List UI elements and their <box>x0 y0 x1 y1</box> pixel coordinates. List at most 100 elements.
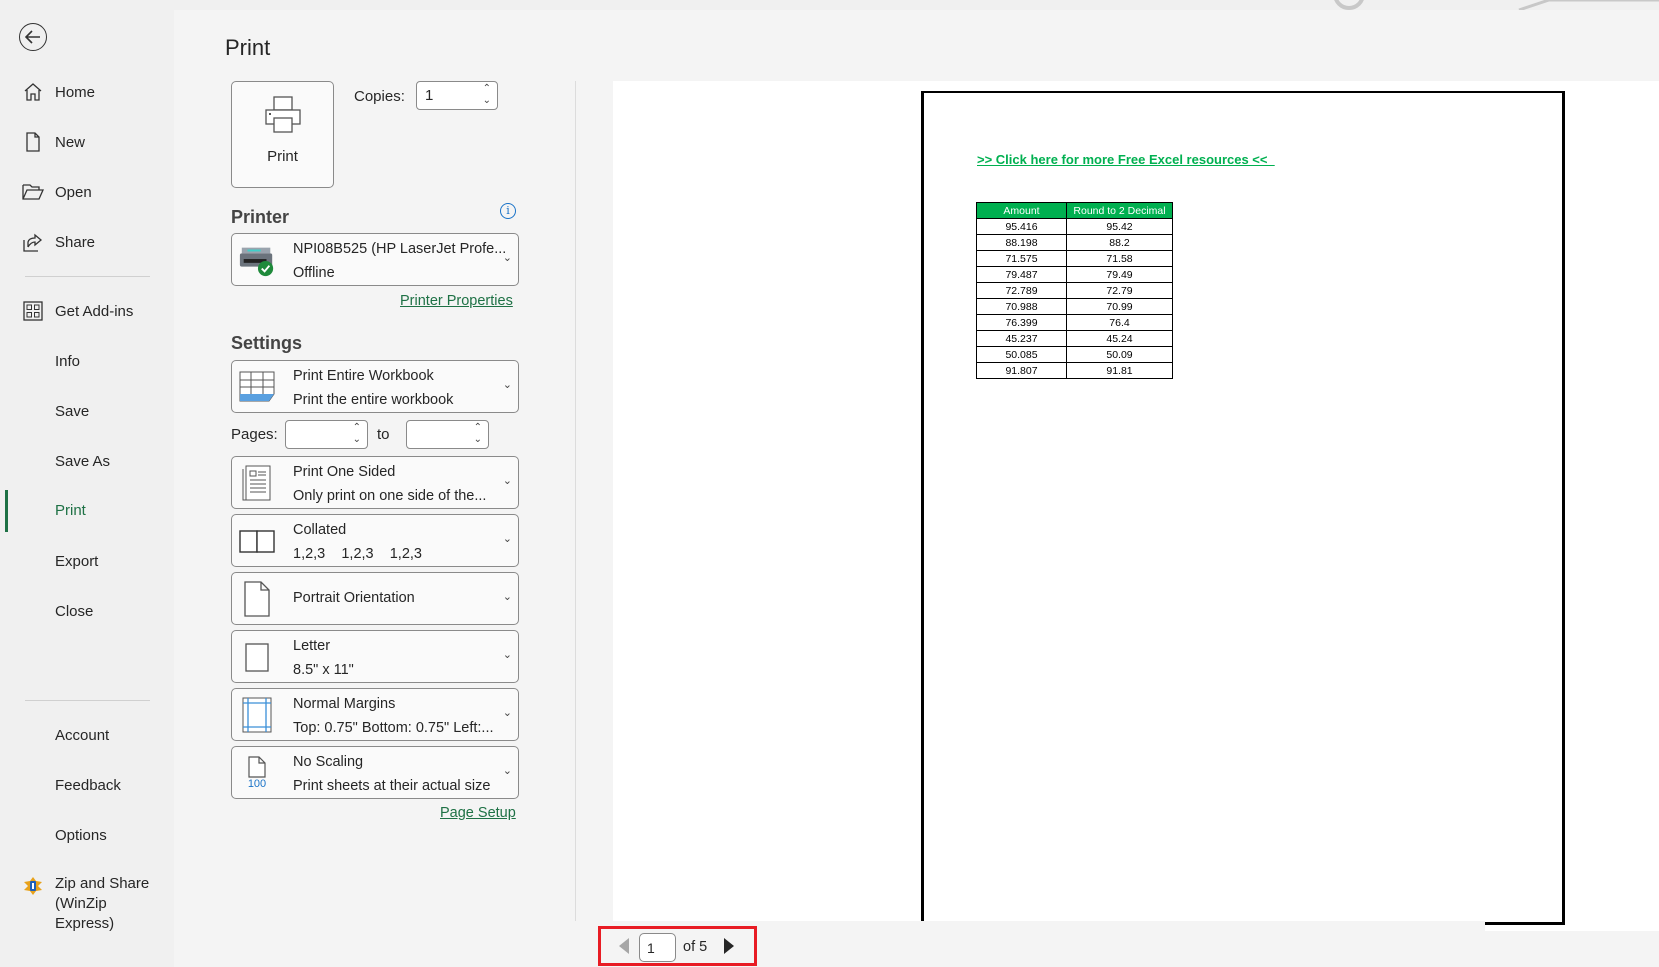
sidebar-item-winzip[interactable]: Zip and Share (WinZip Express) <box>0 874 174 940</box>
table-row: 91.807 91.81 <box>976 362 1173 379</box>
sidebar-item-label: Open <box>55 183 92 201</box>
page-title: Print <box>225 35 271 60</box>
workbook-grid-icon <box>238 369 276 405</box>
collation-dropdown[interactable]: Collated 1,2,3 1,2,3 1,2,3 ⌄ <box>231 514 519 567</box>
sidebar-item-save-as[interactable]: Save As <box>0 441 174 481</box>
sidebar-item-close[interactable]: Close <box>0 591 174 631</box>
chevron-down-icon: ⌄ <box>502 475 512 487</box>
sidebar-item-info[interactable]: Info <box>0 341 174 381</box>
rounded-cell: 76.4 <box>1066 314 1173 331</box>
paper-size-icon <box>238 639 276 675</box>
rounded-cell: 70.99 <box>1066 298 1173 315</box>
winzip-label-line3: Express) <box>55 915 115 932</box>
amount-cell: 79.487 <box>976 266 1067 283</box>
previous-page-icon[interactable] <box>619 938 629 954</box>
printer-dropdown[interactable]: NPI08B525 (HP LaserJet Profe... Offline … <box>231 233 519 286</box>
table-row: 50.085 50.09 <box>976 346 1173 363</box>
print-what-dropdown[interactable]: Print Entire Workbook Print the entire w… <box>231 360 519 413</box>
sidebar-item-feedback[interactable]: Feedback <box>0 765 174 805</box>
excel-resources-link[interactable]: >> Click here for more Free Excel resour… <box>977 152 1275 167</box>
page-count-label: of 5 <box>683 939 708 955</box>
margins-dropdown[interactable]: Normal Margins Top: 0.75" Bottom: 0.75" … <box>231 688 519 741</box>
info-icon[interactable]: i <box>500 203 516 219</box>
margins-icon <box>238 697 276 733</box>
sidebar-item-label: Home <box>55 83 96 101</box>
printer-name: NPI08B525 (HP LaserJet Profe... <box>293 241 507 257</box>
copies-stepper[interactable]: 1 ⌃ ⌄ <box>416 81 498 110</box>
sidebar-item-options[interactable]: Options <box>0 815 174 855</box>
setting-line1: Print One Sided <box>293 464 396 480</box>
winzip-label-line1: Zip and Share <box>55 875 150 892</box>
pages-from-input[interactable]: ⌃ ⌄ <box>285 420 368 449</box>
sidebar-item-new[interactable]: New <box>0 122 174 162</box>
arrow-left-icon <box>25 30 40 44</box>
sidebar-item-label: Feedback <box>55 776 121 794</box>
chevron-down-icon: ⌄ <box>502 533 512 545</box>
table-row: 45.237 45.24 <box>976 330 1173 347</box>
sidebar-item-account[interactable]: Account <box>0 715 174 755</box>
sidebar-item-label: Account <box>55 726 110 744</box>
home-icon <box>22 81 44 103</box>
printer-status: Offline <box>293 265 335 281</box>
settings-heading: Settings <box>231 333 303 353</box>
table-row: 88.198 88.2 <box>976 234 1173 251</box>
table-row: 76.399 76.4 <box>976 314 1173 331</box>
printer-heading: Printer <box>231 207 290 227</box>
rounded-cell: 50.09 <box>1066 346 1173 363</box>
orientation-dropdown[interactable]: Portrait Orientation ⌄ <box>231 572 519 625</box>
sidebar-item-print[interactable]: Print <box>0 490 174 532</box>
backstage-sidebar: Home New Open Share Get Add-ins Info Sav… <box>0 0 174 967</box>
folder-open-icon <box>22 181 44 203</box>
setting-line2: Print the entire workbook <box>293 392 454 408</box>
scaling-dropdown[interactable]: 100 No Scaling Print sheets at their act… <box>231 746 519 799</box>
sidebar-item-get-add-ins[interactable]: Get Add-ins <box>0 291 174 331</box>
preview-table: Amount Round to 2 Decimal 95.416 95.42 88.… <box>976 202 1173 379</box>
page-setup-link[interactable]: Page Setup <box>440 805 516 821</box>
sidebar-divider <box>25 700 150 701</box>
chevron-down-icon: ⌄ <box>502 591 512 603</box>
printer-properties-link[interactable]: Printer Properties <box>400 293 513 309</box>
chevron-down-icon: ⌄ <box>502 649 512 661</box>
sidebar-item-label: Close <box>55 602 94 620</box>
amount-cell: 45.237 <box>976 330 1067 347</box>
sidebar-item-export[interactable]: Export <box>0 541 174 581</box>
paper-size-dropdown[interactable]: Letter 8.5" x 11" ⌄ <box>231 630 519 683</box>
amount-cell: 76.399 <box>976 314 1067 331</box>
rounded-cell: 45.24 <box>1066 330 1173 347</box>
next-page-icon[interactable] <box>724 938 734 954</box>
copies-value: 1 <box>425 87 434 104</box>
sidebar-item-open[interactable]: Open <box>0 172 174 212</box>
back-button[interactable] <box>19 23 47 51</box>
stepper-arrows-icon[interactable]: ⌃ ⌄ <box>353 422 361 446</box>
scaling-icon-text: 100 <box>247 778 267 790</box>
page-navigator: 1 of 5 <box>598 926 757 966</box>
pages-to-input[interactable]: ⌃ ⌄ <box>406 420 489 449</box>
rounded-cell: 95.42 <box>1066 218 1173 235</box>
chevron-down-icon: ⌄ <box>502 707 512 719</box>
amount-cell: 70.988 <box>976 298 1067 315</box>
stepper-arrows-icon[interactable]: ⌃ ⌄ <box>483 83 491 107</box>
setting-line1: Letter <box>293 638 331 654</box>
column-header: Amount <box>976 202 1067 219</box>
winzip-label-line2: (WinZip <box>55 895 107 912</box>
print-preview: >> Click here for more Free Excel resour… <box>613 81 1659 931</box>
sidebar-item-save[interactable]: Save <box>0 391 174 431</box>
sidebar-item-label: Get Add-ins <box>55 302 134 320</box>
amount-cell: 71.575 <box>976 250 1067 267</box>
amount-cell: 50.085 <box>976 346 1067 363</box>
sidebar-item-home[interactable]: Home <box>0 72 174 112</box>
chevron-down-icon: ⌄ <box>502 765 512 777</box>
setting-line2: 8.5" x 11" <box>293 662 354 678</box>
sidebar-item-share[interactable]: Share <box>0 222 174 262</box>
rounded-cell: 72.79 <box>1066 282 1173 299</box>
sidebar-item-label: Options <box>55 826 107 844</box>
sides-dropdown[interactable]: Print One Sided Only print on one side o… <box>231 456 519 509</box>
portrait-page-icon <box>238 581 276 617</box>
stepper-arrows-icon[interactable]: ⌃ ⌄ <box>474 422 482 446</box>
setting-line2: Top: 0.75" Bottom: 0.75" Left:... <box>293 720 494 736</box>
printer-status-icon <box>238 242 276 278</box>
scaling-100-icon: 100 <box>238 755 276 791</box>
setting-line2: 1,2,3 1,2,3 1,2,3 <box>293 546 422 562</box>
current-page-input[interactable]: 1 <box>639 933 676 962</box>
print-button[interactable]: Print <box>231 81 334 188</box>
